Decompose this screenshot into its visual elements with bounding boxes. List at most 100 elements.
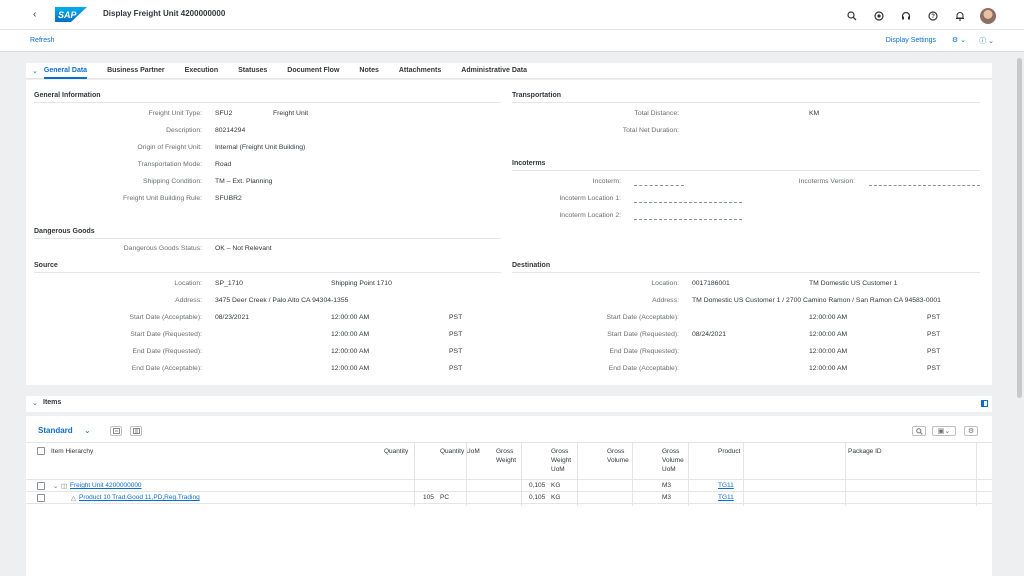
transport-mode-label: Transportation Mode: <box>137 161 202 168</box>
col-item-hierarchy[interactable]: Item Hierarchy <box>51 447 93 456</box>
freight-unit-icon: ◫ <box>61 483 68 490</box>
back-icon[interactable]: ‹ <box>33 9 36 20</box>
source-start-acceptable-date: 08/23/2021 <box>215 314 250 321</box>
tab-statuses[interactable]: Statuses <box>238 67 267 74</box>
display-settings-button[interactable]: Display Settings <box>886 37 936 44</box>
sap-logo[interactable]: SAP <box>55 7 87 22</box>
collapse-icon[interactable]: ⌄ <box>32 67 38 75</box>
panel-toggle-icon[interactable] <box>981 400 988 407</box>
search-icon[interactable] <box>845 10 858 23</box>
source-start-requested-tz: PST <box>449 331 463 338</box>
svg-text:SAP: SAP <box>58 10 78 20</box>
dest-end-requested-tz: PST <box>927 348 941 355</box>
export-dropdown-icon[interactable]: ▣⌄ <box>932 426 956 436</box>
source-start-acceptable-tz: PST <box>449 314 463 321</box>
product-link[interactable]: TG11 <box>718 494 734 501</box>
collapse-all-icon[interactable] <box>130 426 142 436</box>
page-scrollbar[interactable] <box>1017 58 1022 398</box>
incoterms-version-field[interactable] <box>869 180 980 186</box>
source-location-name: Shipping Point 1710 <box>331 280 392 287</box>
col-gross-weight-uom[interactable]: Gross Weight UoM <box>551 447 585 474</box>
total-distance-unit: KM <box>809 110 820 117</box>
source-location-label: Location: <box>174 280 202 287</box>
dest-end-requested-label: End Date (Requested): <box>609 348 679 355</box>
variant-dropdown-icon[interactable]: ⌄ <box>84 426 91 435</box>
description-label: Description: <box>166 127 202 134</box>
source-end-requested-label: End Date (Requested): <box>132 348 202 355</box>
dest-start-requested-date: 08/24/2021 <box>692 331 727 338</box>
quantity-cell: 105 <box>423 494 434 501</box>
dangerous-goods-title: Dangerous Goods <box>34 228 95 235</box>
svg-text:?: ? <box>931 14 935 20</box>
headset-icon[interactable] <box>899 10 912 23</box>
transport-mode-value: Road <box>215 161 232 168</box>
incoterms-title: Incoterms <box>512 160 546 167</box>
object-tabs: ⌄ General Data Business Partner Executio… <box>26 63 992 79</box>
refresh-button[interactable]: Refresh <box>30 37 55 44</box>
row-checkbox[interactable] <box>37 494 45 502</box>
shipping-condition-label: Shipping Condition: <box>143 178 202 185</box>
table-settings-icon[interactable]: ⚙ <box>964 426 978 436</box>
product-link[interactable]: TG11 <box>718 482 734 489</box>
col-package-id[interactable]: Package ID <box>848 447 882 456</box>
table-row[interactable]: △ Product 10 Trad.Good 11,PD,Reg.Trading… <box>26 492 992 504</box>
dest-start-acceptable-tz: PST <box>927 314 941 321</box>
incoterm-location1-field[interactable] <box>634 197 742 203</box>
dest-start-acceptable-label: Start Date (Acceptable): <box>606 314 679 321</box>
freight-unit-type-text: Freight Unit <box>273 110 309 117</box>
tab-general-data[interactable]: General Data <box>43 67 88 79</box>
general-info-title: General Information <box>34 92 101 99</box>
dest-end-acceptable-tz: PST <box>927 365 941 372</box>
notifications-icon[interactable] <box>953 10 966 23</box>
destination-title: Destination <box>512 262 551 269</box>
row-checkbox[interactable] <box>37 482 45 490</box>
col-gross-weight[interactable]: Gross Weight <box>496 447 530 465</box>
help-dropdown-icon[interactable]: ⓘ ⌄ <box>979 36 994 46</box>
source-end-acceptable-tz: PST <box>449 365 463 372</box>
help-icon[interactable]: ? <box>926 10 939 23</box>
table-row[interactable]: ⌄ ◫ Freight Unit 4200000000 0,105 KG M3 … <box>26 480 992 492</box>
fu-building-rule-value: SFUBR2 <box>215 195 242 202</box>
tab-notes[interactable]: Notes <box>359 67 378 74</box>
source-address-value: 3475 Deer Creek / Palo Alto CA 94304-135… <box>215 297 349 304</box>
tab-administrative-data[interactable]: Administrative Data <box>461 67 527 74</box>
incoterm-location2-label: Incoterm Location 2: <box>559 212 621 219</box>
incoterm-location2-field[interactable] <box>634 214 742 220</box>
tab-document-flow[interactable]: Document Flow <box>287 67 339 74</box>
source-end-requested-time: 12:00:00 AM <box>331 348 370 355</box>
total-distance-label: Total Distance: <box>634 110 679 117</box>
col-gross-volume-uom[interactable]: Gross Volume UoM <box>662 447 696 474</box>
tab-execution[interactable]: Execution <box>185 67 218 74</box>
col-quantity[interactable]: Quantity <box>384 447 408 456</box>
copilot-icon[interactable] <box>872 10 885 23</box>
incoterm-field[interactable] <box>634 180 684 186</box>
product-item-link[interactable]: Product 10 Trad.Good 11,PD,Reg.Trading <box>79 494 200 501</box>
fu-building-rule-label: Freight Unit Building Rule: <box>123 195 202 202</box>
tab-business-partner[interactable]: Business Partner <box>107 67 165 74</box>
items-collapse-icon[interactable]: ⌄ <box>32 399 38 407</box>
select-all-checkbox[interactable] <box>37 447 45 455</box>
table-search-icon[interactable] <box>912 426 926 436</box>
gross-weight-cell: 0,105 <box>529 494 546 501</box>
variant-selector[interactable]: Standard <box>38 426 73 435</box>
shell-bar: ‹ SAP Display Freight Unit 4200000000 ? <box>0 0 1024 30</box>
col-product[interactable]: Product <box>718 447 740 456</box>
gross-weight-cell: 0,105 <box>529 482 546 489</box>
col-quantity-uom[interactable]: Quantity UoM <box>440 447 480 456</box>
origin-value: Internal (Freight Unit Building) <box>215 144 306 151</box>
expand-all-icon[interactable] <box>110 426 122 436</box>
app-title: Display Freight Unit 4200000000 <box>103 9 226 18</box>
gross-weight-uom-cell: KG <box>551 494 561 501</box>
incoterm-location1-label: Incoterm Location 1: <box>559 195 621 202</box>
col-gross-volume[interactable]: Gross Volume <box>607 447 641 465</box>
shipping-condition-value: TM – Ext. Planning <box>215 178 273 185</box>
destination-location-label: Location: <box>651 280 679 287</box>
expand-node-icon[interactable]: ⌄ <box>53 482 58 490</box>
tab-attachments[interactable]: Attachments <box>399 67 441 74</box>
dest-end-requested-time: 12:00:00 AM <box>809 348 848 355</box>
quantity-uom-cell: PC <box>440 494 450 501</box>
settings-dropdown-icon[interactable]: ⚙ ⌄ <box>952 36 966 44</box>
user-avatar[interactable] <box>980 8 996 24</box>
freight-unit-link[interactable]: Freight Unit 4200000000 <box>70 482 142 489</box>
gross-volume-uom-cell: M3 <box>662 494 672 501</box>
